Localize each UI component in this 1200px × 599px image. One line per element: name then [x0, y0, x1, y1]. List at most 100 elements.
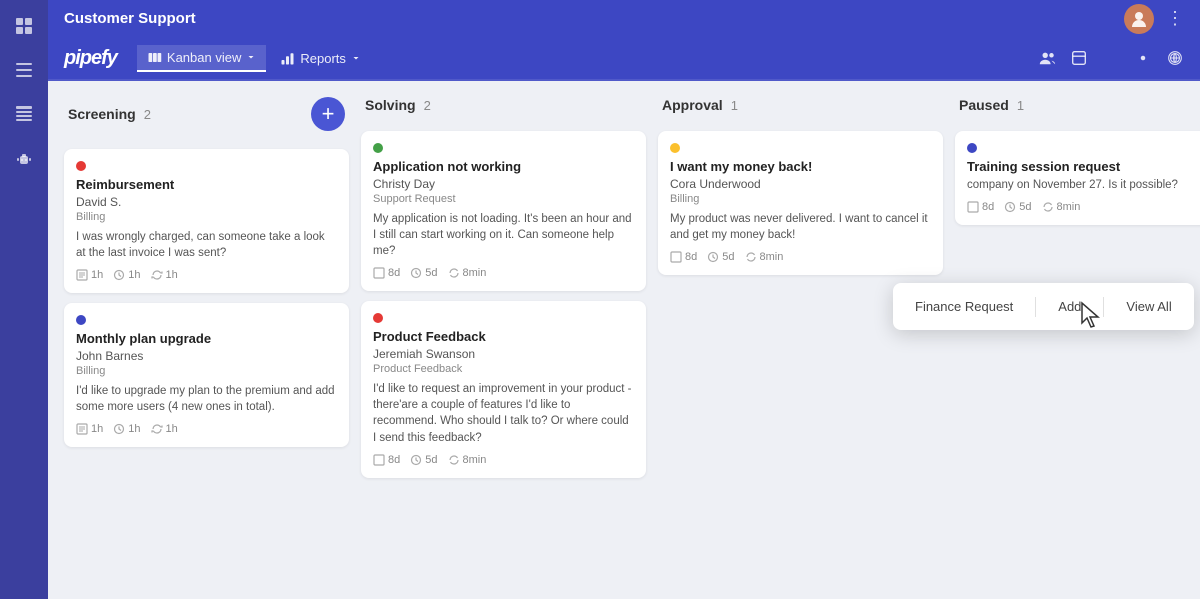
- meta-clock: 5d: [1004, 201, 1031, 213]
- settings-icon[interactable]: [1134, 49, 1152, 67]
- column-solving: Solving 2 Application not working Christ…: [361, 97, 646, 583]
- card-app-not-working[interactable]: Application not working Christy Day Supp…: [361, 131, 646, 291]
- meta-form: 1h: [76, 423, 103, 435]
- meta-refresh: 1h: [151, 423, 178, 435]
- popup-view-all[interactable]: View All: [1120, 295, 1177, 318]
- meta-form: 1h: [76, 269, 103, 281]
- page-title: Customer Support: [64, 10, 196, 27]
- meta-clock: 5d: [410, 454, 437, 466]
- card-tag: Billing: [76, 211, 337, 223]
- card-title: Reimbursement: [76, 177, 337, 192]
- card-monthly-plan[interactable]: Monthly plan upgrade John Barnes Billing…: [64, 303, 349, 447]
- meta-clock: 5d: [707, 251, 734, 263]
- card-desc: company on November 27. Is it possible?: [967, 177, 1200, 193]
- sidebar-icon-list[interactable]: [10, 56, 38, 84]
- meta-clock: 1h: [113, 423, 140, 435]
- card-priority-dot: [373, 143, 383, 153]
- card-title: Application not working: [373, 159, 634, 174]
- card-priority-dot: [76, 161, 86, 171]
- topbar: Customer Support ⋮: [48, 0, 1200, 37]
- card-desc: I'd like to upgrade my plan to the premi…: [76, 383, 337, 415]
- card-priority-dot: [373, 313, 383, 323]
- popup-finance-request[interactable]: Finance Request: [909, 295, 1019, 318]
- card-title: Monthly plan upgrade: [76, 331, 337, 346]
- card-author: Jeremiah Swanson: [373, 347, 634, 361]
- card-meta: 8d 5d 8min: [967, 201, 1200, 213]
- card-title: Product Feedback: [373, 329, 634, 344]
- kanban-view-button[interactable]: Kanban view: [137, 45, 266, 72]
- filter-icon[interactable]: [1102, 49, 1120, 67]
- meta-form: 8d: [967, 201, 994, 213]
- subbar: pipefy Kanban view Reports: [48, 37, 1200, 81]
- sidebar-icon-table[interactable]: [10, 100, 38, 128]
- column-approval: Approval 1 I want my money back! Cora Un…: [658, 97, 943, 583]
- card-desc: My application is not loading. It's been…: [373, 211, 634, 259]
- card-meta: 8d 5d 8min: [373, 454, 634, 466]
- topbar-right: ⋮: [1124, 4, 1184, 34]
- column-title: Paused: [959, 97, 1009, 113]
- card-tag: Product Feedback: [373, 363, 634, 375]
- card-meta: 8d 5d 8min: [670, 251, 931, 263]
- meta-refresh: 8min: [1042, 201, 1081, 213]
- more-menu-icon[interactable]: ⋮: [1166, 8, 1184, 29]
- logo[interactable]: pipefy: [64, 47, 117, 70]
- card-tag: Billing: [670, 193, 931, 205]
- meta-clock: 5d: [410, 267, 437, 279]
- kanban-board: Screening 2 + Reimbursement David S. Bil…: [48, 81, 1200, 599]
- card-desc: My product was never delivered. I want t…: [670, 211, 931, 243]
- column-title: Solving: [365, 97, 416, 113]
- card-priority-dot: [76, 315, 86, 325]
- meta-form: 8d: [373, 454, 400, 466]
- card-author: Christy Day: [373, 177, 634, 191]
- meta-refresh: 8min: [745, 251, 784, 263]
- card-title: I want my money back!: [670, 159, 931, 174]
- sidebar-icon-bot[interactable]: [10, 144, 38, 172]
- meta-form: 8d: [670, 251, 697, 263]
- subbar-tools: [1038, 49, 1184, 67]
- card-desc: I'd like to request an improvement in yo…: [373, 381, 634, 445]
- meta-clock: 1h: [113, 269, 140, 281]
- card-author: Cora Underwood: [670, 177, 931, 191]
- meta-refresh: 8min: [448, 454, 487, 466]
- share-icon[interactable]: [1070, 49, 1088, 67]
- card-desc: I was wrongly charged, can someone take …: [76, 229, 337, 261]
- add-card-button[interactable]: +: [311, 97, 345, 131]
- meta-refresh: 1h: [151, 269, 178, 281]
- column-title: Screening: [68, 106, 136, 122]
- popup-add[interactable]: Add: [1052, 295, 1087, 318]
- card-meta: 8d 5d 8min: [373, 267, 634, 279]
- column-header-screening: Screening 2 +: [64, 97, 349, 139]
- column-count: 2: [144, 107, 151, 122]
- sidebar: [0, 0, 48, 599]
- link-icon[interactable]: [1166, 49, 1184, 67]
- column-header-approval: Approval 1: [658, 97, 943, 121]
- reports-button[interactable]: Reports: [270, 46, 371, 71]
- popup-divider-2: [1103, 297, 1104, 317]
- card-reimbursement[interactable]: Reimbursement David S. Billing I was wro…: [64, 149, 349, 293]
- card-tag: Billing: [76, 365, 337, 377]
- card-priority-dot: [967, 143, 977, 153]
- column-header-solving: Solving 2: [361, 97, 646, 121]
- card-meta: 1h 1h 1h: [76, 269, 337, 281]
- card-title: Training session request: [967, 159, 1200, 174]
- card-money-back[interactable]: I want my money back! Cora Underwood Bil…: [658, 131, 943, 275]
- column-title: Approval: [662, 97, 723, 113]
- card-tag: Support Request: [373, 193, 634, 205]
- column-screening: Screening 2 + Reimbursement David S. Bil…: [64, 97, 349, 583]
- sidebar-icon-grid[interactable]: [10, 12, 38, 40]
- column-count: 2: [424, 98, 431, 113]
- column-count: 1: [1017, 98, 1024, 113]
- avatar[interactable]: [1124, 4, 1154, 34]
- meta-form: 8d: [373, 267, 400, 279]
- meta-refresh: 8min: [448, 267, 487, 279]
- card-product-feedback[interactable]: Product Feedback Jeremiah Swanson Produc…: [361, 301, 646, 477]
- card-training-session[interactable]: Training session request company on Nove…: [955, 131, 1200, 225]
- card-author: David S.: [76, 195, 337, 209]
- column-paused: Paused 1 Training session request compan…: [955, 97, 1200, 583]
- main-area: Customer Support ⋮ pipefy Kanban view Re…: [48, 0, 1200, 599]
- context-menu-popup: Finance Request Add View All: [893, 283, 1194, 330]
- card-author: John Barnes: [76, 349, 337, 363]
- popup-divider: [1035, 297, 1036, 317]
- card-meta: 1h 1h 1h: [76, 423, 337, 435]
- people-icon[interactable]: [1038, 49, 1056, 67]
